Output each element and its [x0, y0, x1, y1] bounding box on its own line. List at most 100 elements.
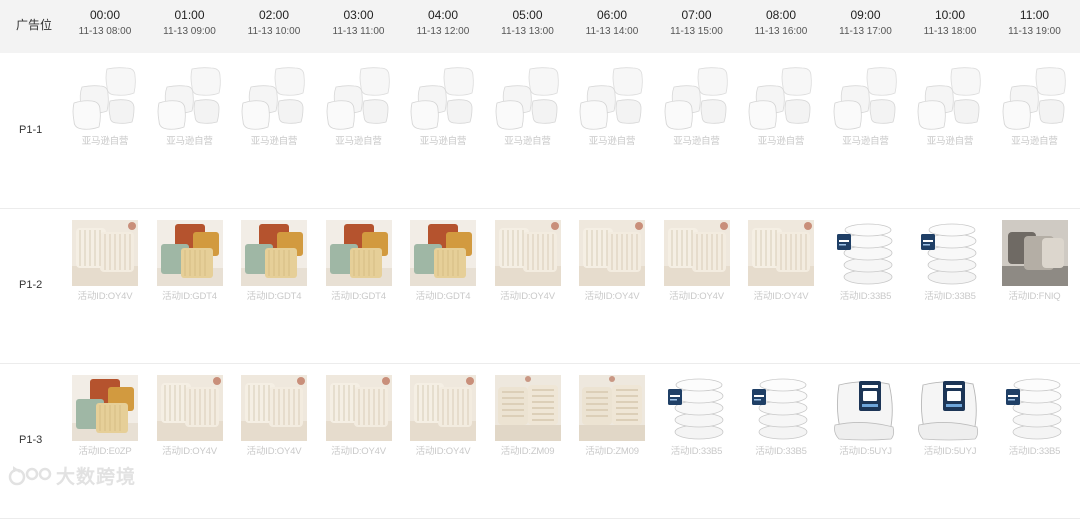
- ad-placement-cell[interactable]: 亚马逊自营: [917, 65, 983, 147]
- ad-placement-cell[interactable]: 活动ID:5UYJ: [917, 375, 983, 457]
- beige-textured-pillow-icon[interactable]: [579, 375, 645, 441]
- cream-striped-pillow-icon[interactable]: [494, 220, 561, 286]
- ad-placement-cell[interactable]: 活动ID:33B5: [917, 220, 983, 302]
- column-time: 06:00: [596, 8, 628, 22]
- colorful-pillow-set-icon[interactable]: [156, 220, 223, 286]
- white-pillow-stack-icon[interactable]: [832, 220, 899, 286]
- white-pillow-stack-icon[interactable]: [748, 375, 814, 441]
- ad-placement-cell[interactable]: 活动ID:OY4V: [156, 375, 223, 457]
- cream-striped-pillow-icon[interactable]: [748, 220, 814, 286]
- white-pillow-group-icon[interactable]: [494, 65, 561, 131]
- column-date: 11-13 08:00: [78, 26, 132, 37]
- white-pillow-group-icon[interactable]: [748, 65, 814, 131]
- colorful-pillow-set-icon[interactable]: [72, 375, 138, 441]
- ad-placement-cell[interactable]: 活动ID:FNIQ: [1001, 220, 1068, 302]
- ad-placement-cell[interactable]: 活动ID:OY4V: [410, 375, 476, 457]
- ad-placement-cell[interactable]: 活动ID:33B5: [663, 375, 730, 457]
- white-pillow-insert-tag-icon[interactable]: [832, 375, 899, 441]
- white-pillow-group-icon[interactable]: [1001, 65, 1068, 131]
- cream-striped-pillow-icon[interactable]: [156, 375, 223, 441]
- gray-pillow-pair-icon[interactable]: [1001, 220, 1068, 286]
- column-date: 11-13 19:00: [1008, 26, 1061, 37]
- ad-placement-cell[interactable]: 活动ID:33B5: [1001, 375, 1068, 457]
- white-pillow-group-icon[interactable]: [579, 65, 645, 131]
- column-date: 11-13 12:00: [416, 26, 470, 37]
- campaign-caption: 活动ID:OY4V: [753, 291, 809, 302]
- ad-placement-cell[interactable]: 亚马逊自营: [663, 65, 730, 147]
- ad-placement-cell[interactable]: 活动ID:OY4V: [579, 220, 645, 302]
- beige-textured-pillow-icon[interactable]: [494, 375, 561, 441]
- ad-placement-cell[interactable]: 活动ID:OY4V: [241, 375, 307, 457]
- campaign-caption: 亚马逊自营: [335, 136, 382, 147]
- campaign-caption: 亚马逊自营: [81, 136, 129, 147]
- colorful-pillow-set-icon[interactable]: [241, 220, 307, 286]
- campaign-caption: 活动ID:OY4V: [584, 291, 640, 302]
- column-date: 11-13 09:00: [163, 26, 216, 37]
- campaign-caption: 亚马逊自营: [926, 136, 974, 147]
- cream-striped-pillow-icon[interactable]: [241, 375, 307, 441]
- cream-striped-pillow-icon[interactable]: [579, 220, 645, 286]
- time-column-header: 03:00 11-13 11:00: [317, 8, 401, 39]
- ad-placement-cell[interactable]: 活动ID:E0ZP: [72, 375, 138, 457]
- ad-placement-cell[interactable]: 活动ID:OY4V: [494, 220, 561, 302]
- column-date: 11-13 17:00: [839, 26, 892, 37]
- campaign-caption: 活动ID:33B5: [839, 291, 892, 302]
- ad-placement-cell[interactable]: 亚马逊自营: [325, 65, 392, 147]
- campaign-caption: 亚马逊自营: [166, 136, 213, 147]
- time-column-header: 06:00 11-13 14:00: [570, 8, 654, 39]
- column-time: 02:00: [258, 8, 290, 22]
- ad-placement-cell[interactable]: 活动ID:GDT4: [156, 220, 223, 302]
- white-pillow-group-icon[interactable]: [156, 65, 223, 131]
- ad-placement-cell[interactable]: 活动ID:OY4V: [72, 220, 138, 302]
- cream-striped-pillow-icon[interactable]: [663, 220, 730, 286]
- campaign-caption: 亚马逊自营: [673, 136, 720, 147]
- ad-placement-cell[interactable]: 活动ID:5UYJ: [832, 375, 899, 457]
- ad-placement-cell[interactable]: 活动ID:GDT4: [410, 220, 476, 302]
- ad-placement-cell[interactable]: 活动ID:GDT4: [241, 220, 307, 302]
- ad-placement-cell[interactable]: 活动ID:OY4V: [748, 220, 814, 302]
- cream-striped-pillow-icon[interactable]: [325, 375, 392, 441]
- column-date: 11-13 13:00: [501, 26, 554, 37]
- white-pillow-group-icon[interactable]: [325, 65, 392, 131]
- ad-placement-cell[interactable]: 活动ID:ZM09: [579, 375, 645, 457]
- campaign-caption: 亚马逊自营: [842, 136, 889, 147]
- white-pillow-group-icon[interactable]: [72, 65, 138, 131]
- watermark: 大数跨境: [8, 462, 136, 489]
- ad-placement-cell[interactable]: 活动ID:33B5: [748, 375, 814, 457]
- ad-placement-cell[interactable]: 活动ID:OY4V: [325, 375, 392, 457]
- campaign-caption: 活动ID:GDT4: [162, 291, 217, 302]
- cream-striped-pillow-icon[interactable]: [72, 220, 138, 286]
- campaign-caption: 活动ID:E0ZP: [78, 446, 132, 457]
- white-pillow-group-icon[interactable]: [410, 65, 476, 131]
- ad-placement-cell[interactable]: 亚马逊自营: [494, 65, 561, 147]
- column-time: 08:00: [765, 8, 797, 22]
- colorful-pillow-set-icon[interactable]: [325, 220, 392, 286]
- cream-striped-pillow-icon[interactable]: [410, 375, 476, 441]
- white-pillow-group-icon[interactable]: [663, 65, 730, 131]
- ad-placement-cell[interactable]: 亚马逊自营: [1001, 65, 1068, 147]
- white-pillow-group-icon[interactable]: [832, 65, 899, 131]
- ad-placement-cell[interactable]: 亚马逊自营: [748, 65, 814, 147]
- ad-placement-cell[interactable]: 亚马逊自营: [579, 65, 645, 147]
- campaign-caption: 活动ID:33B5: [755, 446, 807, 457]
- white-pillow-stack-icon[interactable]: [663, 375, 730, 441]
- ad-placement-cell[interactable]: 亚马逊自营: [410, 65, 476, 147]
- colorful-pillow-set-icon[interactable]: [410, 220, 476, 286]
- ad-placement-cell[interactable]: 亚马逊自营: [241, 65, 307, 147]
- white-pillow-stack-icon[interactable]: [1001, 375, 1068, 441]
- white-pillow-group-icon[interactable]: [241, 65, 307, 131]
- ad-placement-cell[interactable]: 活动ID:ZM09: [494, 375, 561, 457]
- white-pillow-stack-icon[interactable]: [917, 220, 983, 286]
- campaign-caption: 活动ID:ZM09: [500, 446, 555, 457]
- campaign-caption: 活动ID:ZM09: [585, 446, 639, 457]
- column-date: 11-13 11:00: [332, 26, 385, 37]
- ad-placement-cell[interactable]: 活动ID:GDT4: [325, 220, 392, 302]
- white-pillow-insert-tag-icon[interactable]: [917, 375, 983, 441]
- ad-placement-cell[interactable]: 活动ID:OY4V: [663, 220, 730, 302]
- campaign-caption: 活动ID:OY4V: [415, 446, 471, 457]
- white-pillow-group-icon[interactable]: [917, 65, 983, 131]
- ad-placement-cell[interactable]: 亚马逊自营: [156, 65, 223, 147]
- ad-placement-cell[interactable]: 活动ID:33B5: [832, 220, 899, 302]
- ad-placement-cell[interactable]: 亚马逊自营: [72, 65, 138, 147]
- ad-placement-cell[interactable]: 亚马逊自营: [832, 65, 899, 147]
